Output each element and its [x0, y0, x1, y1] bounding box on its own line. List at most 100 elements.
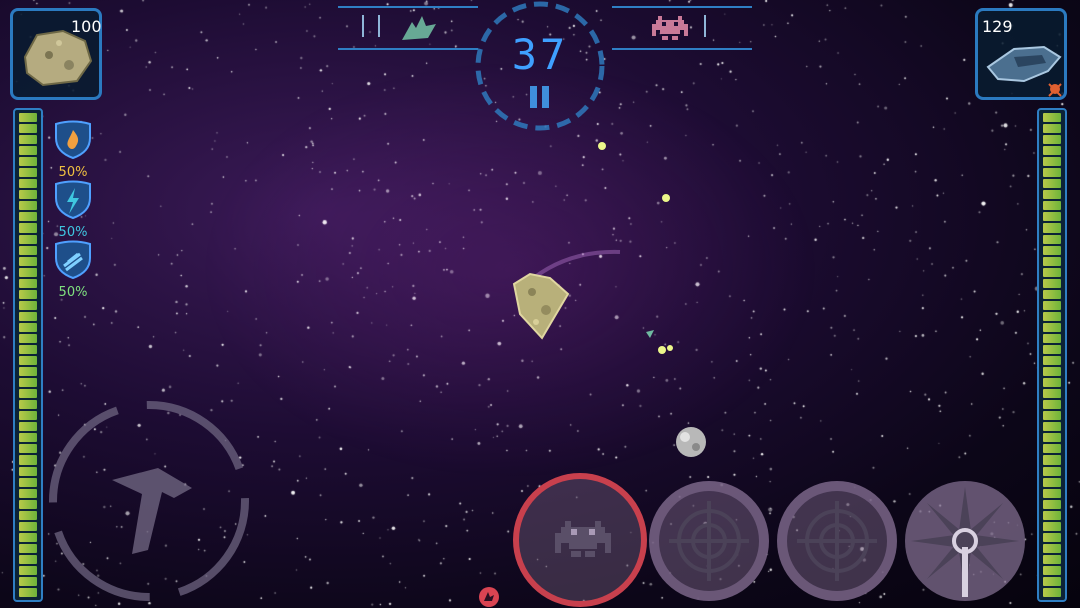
energy-cell	[1043, 157, 1061, 167]
energy-cell	[19, 477, 37, 487]
energy-cell	[1043, 422, 1061, 432]
energy-cell	[19, 113, 37, 123]
energy-cell	[1043, 400, 1061, 410]
energy-cell	[1043, 212, 1061, 222]
energy-cell	[19, 400, 37, 410]
energy-cell	[1043, 389, 1061, 399]
round-timer: 37	[511, 30, 569, 79]
enemy-energy-bar	[1037, 108, 1067, 602]
energy-cell	[1043, 234, 1061, 244]
energy-cell	[19, 289, 37, 299]
fire-secondary-button[interactable]	[777, 481, 897, 601]
special-attack-button[interactable]	[513, 473, 647, 607]
energy-cell	[19, 543, 37, 553]
energy-cell	[19, 378, 37, 388]
energy-cell	[19, 179, 37, 189]
resist-kinetic: 50%	[52, 240, 94, 300]
enemy-projectiles	[598, 142, 673, 354]
energy-cell	[1043, 322, 1061, 332]
energy-cell	[19, 190, 37, 200]
resist-value: 50%	[58, 285, 88, 300]
energy-cell	[19, 245, 37, 255]
energy-cell	[1043, 223, 1061, 233]
energy-cell	[19, 499, 37, 509]
pause-icon[interactable]	[528, 84, 552, 110]
energy-cell	[1043, 278, 1061, 288]
ship-icon	[112, 468, 192, 554]
energy-cell	[19, 311, 37, 321]
energy-cell	[19, 466, 37, 476]
crosshair-icon	[669, 501, 749, 581]
energy-cell	[19, 554, 37, 564]
energy-cell	[1043, 267, 1061, 277]
energy-cell	[1043, 344, 1061, 355]
energy-cell	[19, 344, 37, 355]
energy-cell	[1043, 168, 1061, 178]
energy-cell	[19, 256, 37, 266]
alien-ship-icon	[986, 45, 1062, 83]
ping-icon[interactable]	[478, 586, 500, 608]
energy-cell	[19, 565, 37, 575]
resist-fire: 50%	[52, 120, 94, 180]
energy-cell	[1043, 521, 1061, 531]
resist-value: 50%	[58, 165, 88, 180]
energy-cell	[1043, 455, 1061, 465]
energy-cell	[19, 135, 37, 145]
energy-cell	[1043, 499, 1061, 509]
resist-value: 50%	[58, 225, 88, 240]
fire-shield-icon	[55, 120, 91, 160]
player-energy-bar	[13, 108, 43, 602]
energy-cell	[1043, 510, 1061, 520]
energy-cell	[19, 124, 37, 134]
space-invader-icon	[555, 521, 611, 557]
energy-cell	[1043, 477, 1061, 487]
energy-cell	[1043, 488, 1061, 498]
energy-cell	[1043, 135, 1061, 145]
energy-cell	[1043, 311, 1061, 321]
energy-cell	[1043, 333, 1061, 343]
energy-cell	[19, 411, 37, 421]
energy-cell	[19, 367, 37, 377]
movement-joystick[interactable]	[46, 398, 252, 604]
energy-cell	[1043, 444, 1061, 454]
energy-cell	[19, 267, 37, 277]
energy-cell	[19, 168, 37, 178]
energy-cell	[19, 444, 37, 454]
energy-cell	[19, 488, 37, 498]
energy-cell	[1043, 543, 1061, 553]
energy-cell	[1043, 466, 1061, 476]
burst-button[interactable]	[905, 481, 1025, 601]
enemy-portrait: 129	[975, 8, 1067, 100]
energy-cell	[1043, 356, 1061, 366]
player-portrait: 100	[10, 8, 102, 100]
energy-cell	[19, 532, 37, 542]
energy-cell	[19, 322, 37, 332]
energy-cell	[1043, 245, 1061, 255]
energy-cell	[1043, 201, 1061, 211]
energy-cell	[1043, 256, 1061, 266]
energy-cell	[19, 157, 37, 167]
energy-cell	[1043, 190, 1061, 200]
energy-cell	[1043, 532, 1061, 542]
energy-cell	[1043, 554, 1061, 564]
energy-cell	[19, 422, 37, 432]
energy-cell	[1043, 367, 1061, 377]
energy-cell	[19, 146, 37, 156]
fire-primary-button[interactable]	[649, 481, 769, 601]
energy-cell	[19, 433, 37, 443]
energy-cell	[19, 212, 37, 222]
energy-cell	[1043, 565, 1061, 575]
starburst-icon	[911, 487, 1019, 597]
energy-cell	[1043, 588, 1061, 598]
energy-cell	[19, 455, 37, 465]
energy-cell	[19, 278, 37, 288]
energy-cell	[19, 521, 37, 531]
energy-cell	[1043, 378, 1061, 388]
rock-asteroid	[676, 427, 706, 457]
energy-cell	[1043, 146, 1061, 156]
energy-cell	[19, 576, 37, 587]
energy-cell	[1043, 411, 1061, 421]
enemy-hp: 129	[982, 17, 1013, 36]
energy-cell	[19, 333, 37, 343]
energy-cell	[19, 201, 37, 211]
